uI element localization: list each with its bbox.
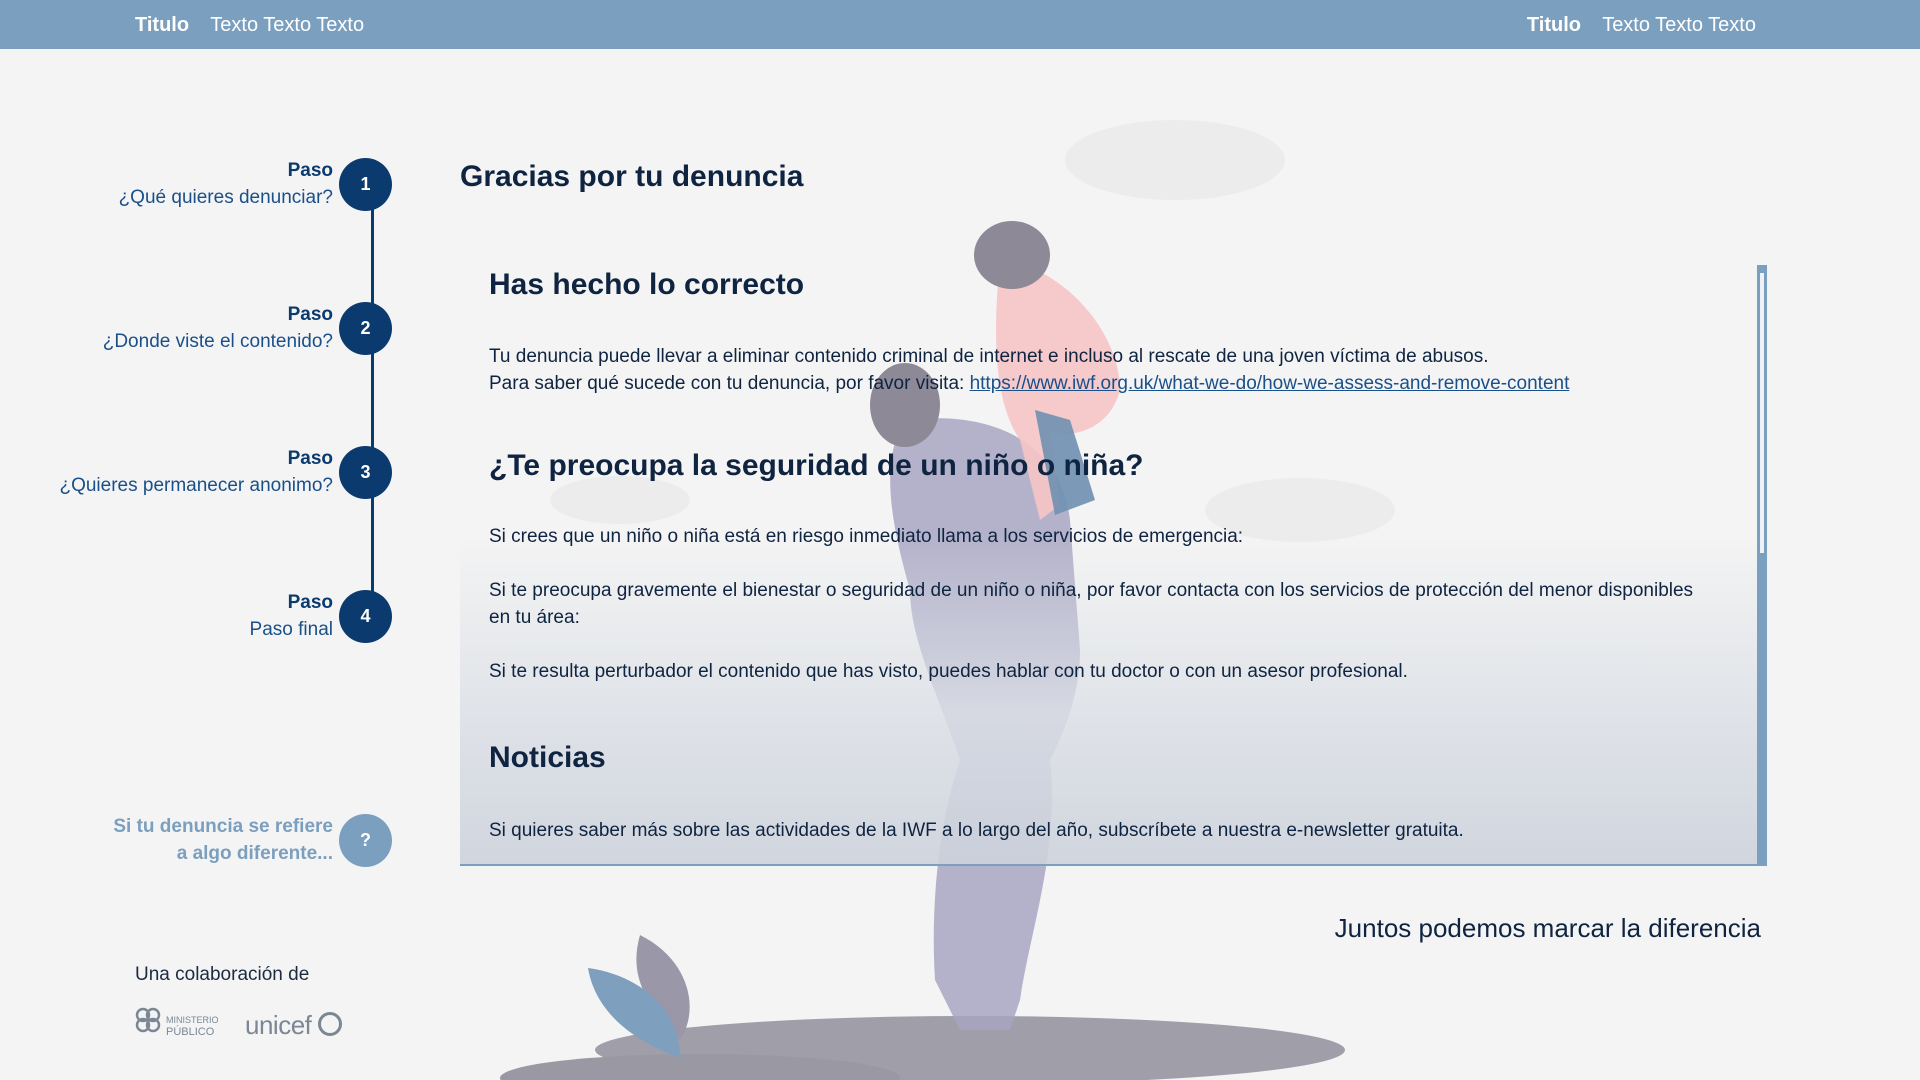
step-1-label[interactable]: ¿Qué quieres denunciar?: [0, 184, 333, 211]
step-3-circle[interactable]: 3: [339, 446, 392, 499]
unicef-wordmark: unicef: [245, 1010, 312, 1040]
correct-text: Tu denuncia puede llevar a eliminar cont…: [489, 343, 1709, 397]
step-4[interactable]: Paso Paso final 4: [0, 590, 392, 643]
safety-text-3: Si te resulta perturbador el contenido q…: [489, 661, 1408, 682]
stepper-line: [371, 185, 374, 617]
collaboration-label: Una colaboración de: [135, 964, 310, 985]
news-text: Si quieres saber más sobre las actividad…: [489, 820, 1464, 841]
ministerio-publico-logo: MINISTERIO PÚBLICO: [134, 1003, 226, 1048]
correct-text-2: Para saber qué sucede con tu denuncia, p…: [489, 373, 970, 394]
step-1[interactable]: Paso ¿Qué quieres denunciar? 1: [0, 158, 392, 211]
step-3[interactable]: Paso ¿Quieres permanecer anonimo? 3: [0, 446, 392, 499]
step-2-label[interactable]: ¿Donde viste el contenido?: [0, 328, 333, 355]
step-1-circle[interactable]: 1: [339, 158, 392, 211]
step-4-kicker: Paso: [287, 592, 333, 613]
globe-icon: [318, 1012, 343, 1036]
step-2[interactable]: Paso ¿Donde viste el contenido? 2: [0, 302, 392, 355]
correct-text-1: Tu denuncia puede llevar a eliminar cont…: [489, 346, 1489, 367]
safety-heading: ¿Te preocupa la seguridad de un niño o n…: [489, 449, 1144, 482]
ministerio-publico-icon: MINISTERIO PÚBLICO: [135, 1007, 219, 1038]
results-panel: Has hecho lo correcto Tu denuncia puede …: [460, 265, 1767, 866]
page-title: Gracias por tu denuncia: [460, 160, 804, 193]
cloud-shape: [1065, 120, 1285, 200]
mp-line-1: MINISTERIO: [166, 1015, 219, 1025]
help-line-2[interactable]: a algo diferente...: [0, 840, 333, 867]
step-3-kicker: Paso: [287, 448, 333, 469]
help-step[interactable]: Si tu denuncia se refiere a algo diferen…: [0, 814, 392, 867]
step-2-kicker: Paso: [287, 304, 333, 325]
panel-scroll-thumb[interactable]: [1760, 273, 1764, 553]
help-line-1[interactable]: Si tu denuncia se refiere: [0, 814, 333, 840]
help-circle[interactable]: ?: [339, 814, 392, 867]
correct-heading: Has hecho lo correcto: [489, 268, 805, 301]
mp-line-2: PÚBLICO: [166, 1025, 215, 1038]
step-1-kicker: Paso: [287, 160, 333, 181]
safety-text-2: Si te preocupa gravemente el bienestar o…: [489, 580, 1694, 628]
unicef-logo: unicef: [245, 1010, 343, 1041]
step-4-circle[interactable]: 4: [339, 590, 392, 643]
step-2-circle[interactable]: 2: [339, 302, 392, 355]
tagline: Juntos podemos marcar la diferencia: [1334, 913, 1761, 943]
panel-scrollbar[interactable]: [1757, 265, 1767, 866]
step-3-label[interactable]: ¿Quieres permanecer anonimo?: [0, 472, 333, 499]
safety-text-1: Si crees que un niño o niña está en ries…: [489, 526, 1244, 547]
news-heading: Noticias: [489, 741, 606, 774]
step-4-label[interactable]: Paso final: [0, 616, 333, 643]
iwf-link[interactable]: https://www.iwf.org.uk/what-we-do/how-we…: [970, 373, 1570, 394]
